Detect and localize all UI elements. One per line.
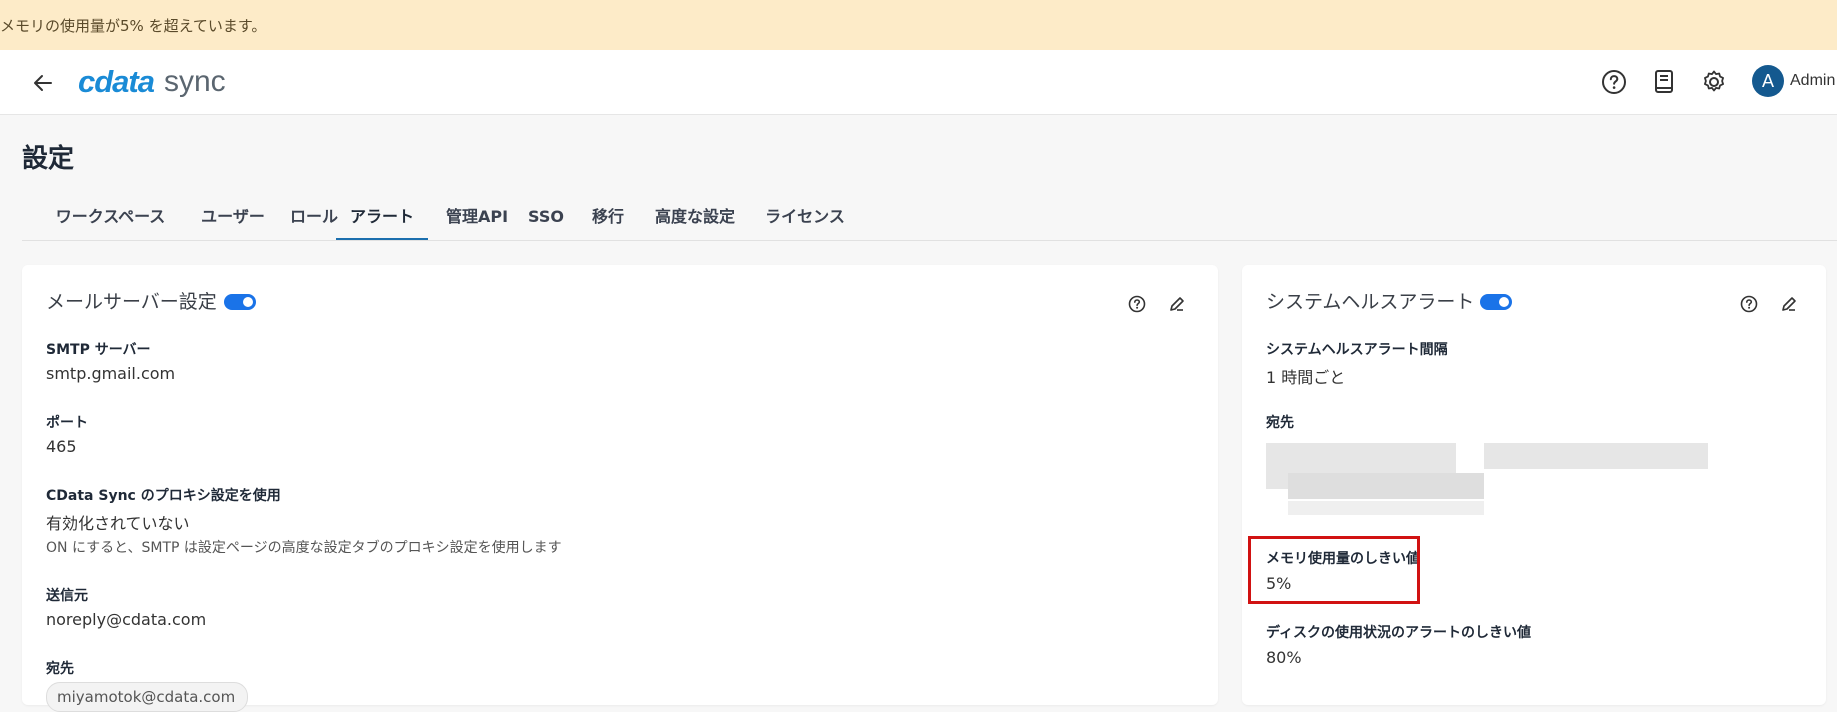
help-icon[interactable] [1126,293,1148,315]
tab-workspace[interactable]: ワークスペース [38,200,183,238]
tab-roles[interactable]: ロール [288,200,340,238]
disk-threshold-label: ディスクの使用状況のアラートのしきい値 [1266,625,1532,641]
cdata-sync-logo[interactable]: cdata sync [78,64,226,100]
smtp-server-label: SMTP サーバー [46,342,151,358]
interval-label: システムヘルスアラート間隔 [1266,342,1448,358]
proxy-value: 有効化されていない [46,514,190,533]
port-label: ポート [46,415,88,431]
proxy-hint: ON にすると、SMTP は設定ページの高度な設定タブのプロキシ設定を使用します [46,540,562,556]
tab-migration[interactable]: 移行 [590,200,626,238]
disk-threshold-value: 80% [1266,648,1302,667]
user-name[interactable]: Admin [1790,72,1835,90]
tab-management-api[interactable]: 管理API [442,200,512,238]
recipient-chip: miyamotok@cdata.com [46,682,248,712]
memory-warning-banner: メモリの使用量が5% を超えています。 [0,0,1837,50]
mail-server-toggle[interactable] [224,294,256,310]
logo-sub-text: sync [163,65,226,98]
book-icon[interactable] [1648,66,1680,98]
edit-icon[interactable] [1778,293,1800,315]
avatar-initial: A [1761,70,1774,91]
system-health-card: システムヘルスアラート システムヘルスアラート間隔 1 時間ごと 宛先 メモリ使… [1242,265,1826,705]
recipient-label: 宛先 [1266,415,1294,431]
to-label: 宛先 [46,661,74,677]
health-alert-toggle[interactable] [1480,294,1512,310]
from-value: noreply@cdata.com [46,610,207,629]
mail-card-title: メールサーバー設定 [46,291,217,313]
gear-icon[interactable] [1698,66,1730,98]
tab-license[interactable]: ライセンス [762,200,848,238]
top-header: cdata sync [0,50,1837,115]
redacted-recipients [1288,501,1484,515]
from-label: 送信元 [46,588,88,604]
tab-sso[interactable]: SSO [527,200,565,238]
health-card-title: システムヘルスアラート [1266,291,1475,313]
interval-value: 1 時間ごと [1266,368,1346,387]
smtp-server-value: smtp.gmail.com [46,364,176,383]
proxy-label: CData Sync のプロキシ設定を使用 [46,488,281,504]
page-title: 設定 [22,144,75,174]
help-icon[interactable] [1598,66,1630,98]
mail-server-card: メールサーバー設定 SMTP サーバー smtp.gmail.com ポート 4… [22,265,1218,705]
tab-advanced-settings[interactable]: 高度な設定 [652,200,738,238]
memory-threshold-highlight [1248,536,1420,604]
avatar[interactable]: A [1752,65,1784,97]
settings-tabs: ワークスペース ユーザー ロール アラート 管理API SSO 移行 高度な設定… [22,200,1837,241]
redacted-recipients [1484,443,1708,469]
logo-main-text: cdata [78,64,155,99]
back-arrow-icon[interactable] [28,68,58,98]
help-icon[interactable] [1738,293,1760,315]
tab-users[interactable]: ユーザー [198,200,268,238]
port-value: 465 [46,437,77,456]
banner-text: メモリの使用量が5% を超えています。 [0,16,267,35]
tab-alerts[interactable]: アラート [336,200,428,240]
edit-icon[interactable] [1166,293,1188,315]
redacted-recipients [1288,473,1484,499]
